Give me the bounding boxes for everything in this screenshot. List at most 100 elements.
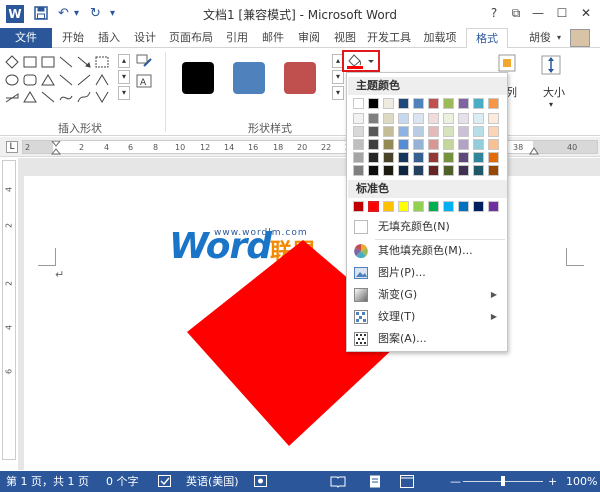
size-icon[interactable] <box>540 54 562 76</box>
read-mode-icon[interactable] <box>330 475 346 488</box>
zoom-out-button[interactable]: — <box>450 471 461 492</box>
shapes-scroll-down-icon[interactable]: ▾ <box>118 70 130 84</box>
vertical-ruler[interactable]: 4 2 2 4 6 <box>2 160 16 460</box>
theme-color-swatch[interactable] <box>488 139 499 150</box>
more-fill-colors-item[interactable]: 其他填充颜色(M)... <box>348 240 507 262</box>
theme-color-swatch[interactable] <box>413 165 424 176</box>
page-count[interactable]: 第 1 页，共 1 页 <box>6 471 89 492</box>
zoom-in-button[interactable]: + <box>548 471 557 492</box>
standard-color-swatch[interactable] <box>413 201 424 212</box>
picture-fill-item[interactable]: 图片(P)... <box>348 262 507 284</box>
help-button[interactable]: ? <box>484 4 504 22</box>
theme-color-swatch[interactable] <box>353 165 364 176</box>
texture-fill-item[interactable]: 纹理(T) ▶ <box>348 306 507 328</box>
theme-color-swatch[interactable] <box>443 126 454 137</box>
theme-color-swatch[interactable] <box>458 165 469 176</box>
gradient-fill-item[interactable]: 渐变(G) ▶ <box>348 284 507 306</box>
theme-color-swatch[interactable] <box>398 98 409 109</box>
web-layout-icon[interactable] <box>400 475 414 488</box>
size-button-label[interactable]: 大小 <box>534 84 574 100</box>
zoom-level[interactable]: 100% <box>566 471 597 492</box>
theme-color-swatch[interactable] <box>458 152 469 163</box>
theme-color-swatch[interactable] <box>443 165 454 176</box>
theme-color-swatch[interactable] <box>368 113 379 124</box>
theme-color-swatch[interactable] <box>368 139 379 150</box>
theme-color-swatch[interactable] <box>398 152 409 163</box>
close-button[interactable]: ✕ <box>576 4 596 22</box>
word-count[interactable]: 0 个字 <box>106 471 139 492</box>
standard-color-swatch[interactable] <box>353 201 364 212</box>
theme-color-swatch[interactable] <box>413 113 424 124</box>
shapes-scroll-up-icon[interactable]: ▴ <box>118 54 130 68</box>
shape-style-red[interactable] <box>284 62 316 94</box>
tab-mailings[interactable]: 邮件 <box>256 28 290 48</box>
shape-style-black[interactable] <box>182 62 214 94</box>
theme-color-swatch[interactable] <box>383 165 394 176</box>
standard-color-swatch[interactable] <box>473 201 484 212</box>
shape-style-blue[interactable] <box>233 62 265 94</box>
standard-color-swatch[interactable] <box>398 201 409 212</box>
theme-color-swatch[interactable] <box>473 113 484 124</box>
tab-addins[interactable]: 加载项 <box>418 28 462 48</box>
theme-color-swatch[interactable] <box>413 98 424 109</box>
user-dropdown-icon[interactable]: ▾ <box>554 28 564 48</box>
styles-more-icon[interactable]: ▾ <box>332 86 344 100</box>
theme-color-swatch[interactable] <box>428 139 439 150</box>
theme-color-swatch[interactable] <box>383 98 394 109</box>
theme-color-swatch[interactable] <box>458 139 469 150</box>
zoom-slider-thumb[interactable] <box>501 476 505 486</box>
theme-color-swatch[interactable] <box>383 152 394 163</box>
theme-color-swatch[interactable] <box>473 152 484 163</box>
user-name[interactable]: 胡俊 <box>524 28 556 48</box>
standard-color-swatch[interactable] <box>443 201 454 212</box>
theme-color-swatch[interactable] <box>428 113 439 124</box>
theme-color-swatch[interactable] <box>488 165 499 176</box>
theme-color-swatch[interactable] <box>473 165 484 176</box>
theme-color-swatch[interactable] <box>353 98 364 109</box>
tab-page-layout[interactable]: 页面布局 <box>164 28 218 48</box>
restore-button[interactable]: ☐ <box>552 4 572 22</box>
theme-color-swatch[interactable] <box>443 152 454 163</box>
standard-color-swatch[interactable] <box>428 201 439 212</box>
theme-color-swatch[interactable] <box>368 165 379 176</box>
position-icon[interactable] <box>498 54 516 72</box>
print-layout-icon[interactable] <box>368 475 382 488</box>
proofing-icon[interactable] <box>158 475 172 488</box>
minimize-button[interactable]: — <box>528 4 548 22</box>
theme-color-swatch[interactable] <box>473 139 484 150</box>
theme-color-swatch[interactable] <box>353 139 364 150</box>
theme-color-swatch[interactable] <box>353 152 364 163</box>
shapes-more-icon[interactable]: ▾ <box>118 86 130 100</box>
tab-home[interactable]: 开始 <box>56 28 90 48</box>
edit-shape-icon[interactable] <box>136 54 152 68</box>
ribbon-display-button[interactable]: ⧉ <box>506 4 526 22</box>
theme-color-swatch[interactable] <box>458 126 469 137</box>
tab-view[interactable]: 视图 <box>328 28 362 48</box>
theme-color-swatch[interactable] <box>353 113 364 124</box>
theme-color-swatch[interactable] <box>413 139 424 150</box>
theme-color-swatch[interactable] <box>458 98 469 109</box>
theme-color-swatch[interactable] <box>488 152 499 163</box>
no-fill-item[interactable]: 无填充颜色(N) <box>348 216 507 238</box>
right-indent-marker-icon[interactable] <box>529 147 539 155</box>
language[interactable]: 英语(美国) <box>186 471 239 492</box>
macro-record-icon[interactable] <box>254 475 268 488</box>
theme-color-swatch[interactable] <box>443 113 454 124</box>
tab-references[interactable]: 引用 <box>220 28 254 48</box>
theme-color-swatch[interactable] <box>398 139 409 150</box>
text-box-icon[interactable]: A <box>136 74 152 88</box>
theme-color-swatch[interactable] <box>428 152 439 163</box>
theme-color-swatch[interactable] <box>368 126 379 137</box>
avatar[interactable] <box>570 29 590 47</box>
styles-scroll-down-icon[interactable]: ▾ <box>332 70 344 84</box>
theme-color-swatch[interactable] <box>458 113 469 124</box>
theme-color-swatch[interactable] <box>398 113 409 124</box>
tab-selector[interactable]: L <box>6 141 18 153</box>
tab-format[interactable]: 格式 <box>466 28 508 49</box>
standard-color-swatch[interactable] <box>488 201 499 212</box>
horizontal-ruler[interactable]: 2 2 4 6 8 10 12 14 16 18 20 22 24 26 28 … <box>22 140 598 155</box>
theme-color-swatch[interactable] <box>488 113 499 124</box>
theme-color-swatch[interactable] <box>413 152 424 163</box>
theme-color-swatch[interactable] <box>443 98 454 109</box>
theme-color-swatch[interactable] <box>383 113 394 124</box>
